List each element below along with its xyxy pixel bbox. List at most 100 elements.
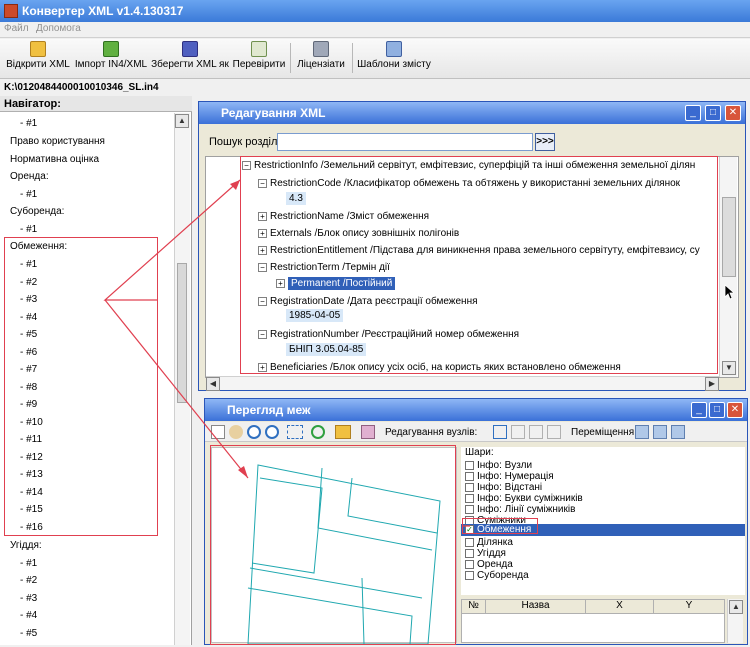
checkbox-icon[interactable]: [465, 460, 474, 470]
scroll-up-icon[interactable]: ▲: [729, 600, 743, 614]
layer-item[interactable]: Оренда: [465, 559, 513, 570]
checkbox-icon[interactable]: [465, 570, 474, 580]
nav-item[interactable]: - #1: [20, 224, 37, 235]
scroll-left-icon[interactable]: ◀: [206, 377, 220, 391]
nav-item[interactable]: Угіддя:: [10, 540, 42, 551]
check-doc-icon: [251, 41, 267, 57]
layer-item[interactable]: Суборенда: [465, 570, 529, 581]
xml-editor-title: Редагування XML: [199, 102, 745, 124]
pointer-icon[interactable]: [211, 425, 225, 439]
layer-label: Оренда: [477, 559, 513, 570]
check-button[interactable]: Перевірити: [232, 41, 286, 75]
layer-item[interactable]: Інфо: Відстані: [465, 482, 542, 493]
layer-item[interactable]: Інфо: Вузли: [465, 460, 532, 471]
table-scrollbar[interactable]: ▲: [727, 599, 743, 643]
col-number[interactable]: №: [462, 600, 486, 614]
node-edit-icon[interactable]: [493, 425, 507, 439]
minimize-icon[interactable]: _: [685, 105, 701, 121]
nav-item[interactable]: - #5: [20, 628, 37, 639]
node-add-icon[interactable]: [511, 425, 525, 439]
scroll-thumb[interactable]: [722, 197, 736, 277]
tree-hscrollbar[interactable]: ◀ ▶: [206, 376, 719, 391]
nav-item[interactable]: - #2: [20, 575, 37, 586]
highlight-box-xml: [240, 156, 718, 374]
close-icon[interactable]: ✕: [727, 402, 743, 418]
folder-icon[interactable]: [335, 425, 351, 439]
open-xml-button[interactable]: Відкрити XML: [6, 41, 70, 75]
align-icon[interactable]: [671, 425, 685, 439]
checkbox-icon[interactable]: [465, 482, 474, 492]
highlight-box-restrictions: [4, 237, 158, 536]
scroll-thumb[interactable]: [177, 263, 187, 403]
nav-item[interactable]: Суборенда:: [10, 206, 64, 217]
mouse-cursor-icon: [724, 284, 734, 300]
maximize-icon[interactable]: □: [709, 402, 725, 418]
toolbar-separator: [352, 43, 353, 73]
rotate-icon[interactable]: [653, 425, 667, 439]
map-toolbar: Редагування вузлів: Переміщення:: [205, 422, 747, 442]
app-titlebar: Конвертер XML v1.4.130317: [0, 0, 750, 22]
checkbox-icon[interactable]: [465, 548, 474, 558]
check-label: Перевірити: [232, 59, 286, 70]
scroll-down-icon[interactable]: ▼: [722, 361, 736, 375]
scroll-right-icon[interactable]: ▶: [705, 377, 719, 391]
checkbox-icon[interactable]: [465, 537, 474, 547]
layer-label: Інфо: Лінії суміжників: [477, 504, 576, 515]
move-icon[interactable]: [635, 425, 649, 439]
search-go-button[interactable]: >>>: [535, 133, 555, 151]
layer-label: Інфо: Вузли: [477, 460, 533, 471]
col-y[interactable]: Y: [654, 600, 724, 614]
zoom-out-icon[interactable]: [265, 425, 279, 439]
nav-item[interactable]: - #1: [20, 189, 37, 200]
maximize-icon[interactable]: □: [705, 105, 721, 121]
layer-label: Ділянка: [477, 537, 513, 548]
minimize-icon[interactable]: _: [691, 402, 707, 418]
layer-label: Інфо: Відстані: [477, 482, 543, 493]
col-name[interactable]: Назва: [486, 600, 586, 614]
zoom-in-icon[interactable]: [247, 425, 261, 439]
checkbox-icon[interactable]: [465, 471, 474, 481]
node-delete-icon[interactable]: [529, 425, 543, 439]
map-view-title: Перегляд меж: [205, 399, 747, 421]
nav-item[interactable]: Оренда:: [10, 171, 49, 182]
import-icon: [103, 41, 119, 57]
layer-label: Інфо: Букви суміжників: [477, 493, 583, 504]
nav-item[interactable]: - #1: [20, 118, 37, 129]
checkbox-icon[interactable]: [465, 559, 474, 569]
search-input[interactable]: [277, 133, 533, 151]
nav-item[interactable]: - #3: [20, 593, 37, 604]
checkbox-icon[interactable]: [465, 504, 474, 514]
folder-open-icon: [30, 41, 46, 57]
checkbox-icon[interactable]: [465, 493, 474, 503]
scroll-up-icon[interactable]: ▲: [175, 114, 189, 128]
zoom-extent-icon[interactable]: [287, 425, 303, 439]
refresh-icon[interactable]: [311, 425, 325, 439]
node-edit-label: Редагування вузлів:: [385, 427, 478, 438]
col-x[interactable]: X: [586, 600, 654, 614]
layer-item[interactable]: Інфо: Букви суміжників: [465, 493, 583, 504]
menu-file[interactable]: Файл: [4, 23, 29, 34]
nav-item[interactable]: - #4: [20, 610, 37, 621]
pan-hand-icon[interactable]: [229, 425, 243, 439]
import-in4-button[interactable]: Імпорт IN4/XML: [74, 41, 148, 75]
navigator-scrollbar[interactable]: ▲: [174, 113, 190, 645]
close-icon[interactable]: ✕: [725, 105, 741, 121]
layer-label: Інфо: Нумерація: [477, 471, 554, 482]
node-move-icon[interactable]: [547, 425, 561, 439]
layers-icon[interactable]: [361, 425, 375, 439]
layer-item[interactable]: Інфо: Нумерація: [465, 471, 554, 482]
navigator-header: Навігатор:: [0, 96, 192, 112]
templates-button[interactable]: Шаблони змісту: [356, 41, 432, 75]
save-as-button[interactable]: Зберегти XML як: [150, 41, 230, 75]
nav-item[interactable]: Нормативна оцінка: [10, 154, 99, 165]
licenses-button[interactable]: Ліцензіати: [294, 41, 348, 75]
layer-item[interactable]: Угіддя: [465, 548, 506, 559]
menu-help[interactable]: Допомога: [36, 23, 81, 34]
nav-item[interactable]: Право користування: [10, 136, 105, 147]
tree-vscrollbar[interactable]: ▼: [719, 157, 737, 377]
templates-icon: [386, 41, 402, 57]
save-as-label: Зберегти XML як: [151, 59, 229, 70]
layer-item[interactable]: Інфо: Лінії суміжників: [465, 504, 575, 515]
nav-item[interactable]: - #1: [20, 558, 37, 569]
layer-item[interactable]: Ділянка: [465, 537, 513, 548]
